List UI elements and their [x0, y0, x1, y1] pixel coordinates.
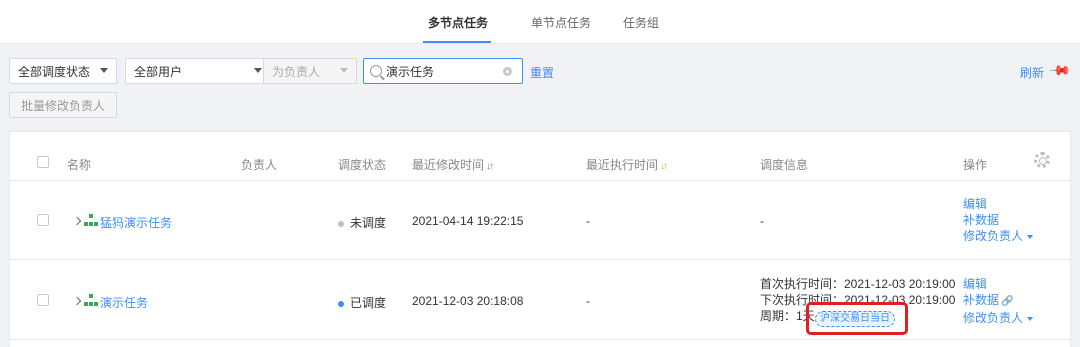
- tab-bar: 多节点任务 单节点任务 任务组: [0, 0, 1080, 44]
- active-tab-underline: [423, 41, 491, 43]
- row-divider: [10, 180, 1072, 181]
- refresh-button[interactable]: 刷新: [1020, 64, 1044, 81]
- user-value: 全部用户: [134, 64, 183, 79]
- flow-icon: [84, 214, 98, 226]
- expand-icon[interactable]: [72, 216, 82, 226]
- status-dot: [338, 300, 344, 307]
- executed-time: -: [586, 294, 590, 308]
- change-owner-link[interactable]: 修改负责人: [963, 310, 1034, 326]
- header-modified-label: 最近修改时间: [412, 158, 485, 172]
- header-status: 调度状态: [338, 158, 387, 172]
- search-icon: [370, 65, 382, 77]
- status-text: 未调度: [350, 216, 387, 230]
- change-owner-link[interactable]: 修改负责人: [963, 228, 1034, 244]
- schedule-status-select[interactable]: 全部调度状态: [9, 58, 117, 84]
- header-schedule-info: 调度信息: [760, 158, 809, 172]
- flow-icon: [84, 294, 98, 306]
- header-modified[interactable]: 最近修改时间 ↓↑: [412, 156, 494, 173]
- expand-icon[interactable]: [72, 296, 82, 306]
- filter-toolbar: 全部调度状态 全部用户 为负责人 演示任务 重置 刷新 📌 批量修改负责人: [0, 45, 1080, 129]
- search-value: 演示任务: [386, 64, 435, 79]
- backfill-link[interactable]: 补数据: [963, 212, 1033, 228]
- status-dot: [338, 220, 344, 227]
- task-table: 名称 负责人 调度状态 最近修改时间 ↓↑ 最近执行时间 ↓↑ 调度信息 操作 猛犸…: [9, 131, 1072, 347]
- backfill-link[interactable]: 补数据 🔗: [963, 292, 1033, 310]
- edit-link[interactable]: 编辑: [963, 196, 1033, 212]
- batch-change-owner-button[interactable]: 批量修改负责人: [9, 92, 117, 118]
- modified-time: 2021-04-14 19:22:15: [412, 214, 524, 228]
- executed-time: -: [586, 214, 590, 228]
- schedule-status-value: 全部调度状态: [18, 64, 91, 79]
- tab-multi-node[interactable]: 多节点任务: [428, 14, 488, 31]
- sort-icon: ↓↑: [486, 161, 494, 172]
- tab-task-group[interactable]: 任务组: [623, 14, 659, 31]
- owner-role-value: 为负责人: [272, 64, 321, 79]
- pin-icon[interactable]: 📌: [1049, 59, 1073, 83]
- status-text: 已调度: [350, 296, 387, 310]
- row-actions: 编辑 补数据 修改负责人: [963, 196, 1034, 244]
- header-name: 名称: [67, 158, 92, 172]
- task-name-link[interactable]: 猛犸演示任务: [100, 214, 172, 231]
- sort-icon: ↓↑: [660, 161, 668, 172]
- row-divider: [10, 259, 1072, 260]
- header-ops: 操作: [963, 158, 988, 172]
- row-checkbox[interactable]: [37, 214, 49, 226]
- first-run-time: 首次执行时间：2021-12-03 20:19:00: [760, 277, 956, 291]
- row-actions: 编辑 补数据 🔗 修改负责人: [963, 276, 1034, 326]
- clear-icon[interactable]: [503, 67, 512, 76]
- modified-time: 2021-12-03 20:18:08: [412, 294, 524, 308]
- row-checkbox[interactable]: [37, 294, 49, 306]
- annotation-highlight-box: [806, 302, 908, 335]
- user-select[interactable]: 全部用户: [125, 58, 271, 84]
- change-owner-label: 修改负责人: [963, 229, 1024, 243]
- header-owner: 负责人: [241, 158, 278, 172]
- status-badge: 已调度: [338, 294, 386, 311]
- tab-single-node[interactable]: 单节点任务: [531, 14, 591, 31]
- chevron-down-icon: [254, 68, 262, 73]
- task-name-link[interactable]: 演示任务: [100, 294, 148, 311]
- header-executed-label: 最近执行时间: [586, 158, 659, 172]
- chevron-down-icon: [340, 68, 348, 73]
- chevron-down-icon: [1027, 234, 1034, 239]
- status-badge: 未调度: [338, 214, 386, 231]
- link-icon: 🔗: [1001, 296, 1014, 307]
- chevron-down-icon: [1027, 316, 1034, 321]
- edit-link[interactable]: 编辑: [963, 276, 1033, 292]
- search-input[interactable]: 演示任务: [363, 58, 523, 84]
- select-all-checkbox[interactable]: [37, 156, 49, 168]
- chevron-down-icon: [100, 68, 108, 73]
- backfill-label: 补数据: [963, 293, 1000, 307]
- schedule-info: -: [760, 214, 764, 228]
- header-executed[interactable]: 最近执行时间 ↓↑: [586, 156, 668, 173]
- row-divider: [10, 339, 1072, 340]
- owner-role-select[interactable]: 为负责人: [263, 58, 357, 84]
- change-owner-label: 修改负责人: [963, 311, 1024, 325]
- gear-icon[interactable]: [1034, 152, 1050, 168]
- reset-button[interactable]: 重置: [530, 64, 554, 81]
